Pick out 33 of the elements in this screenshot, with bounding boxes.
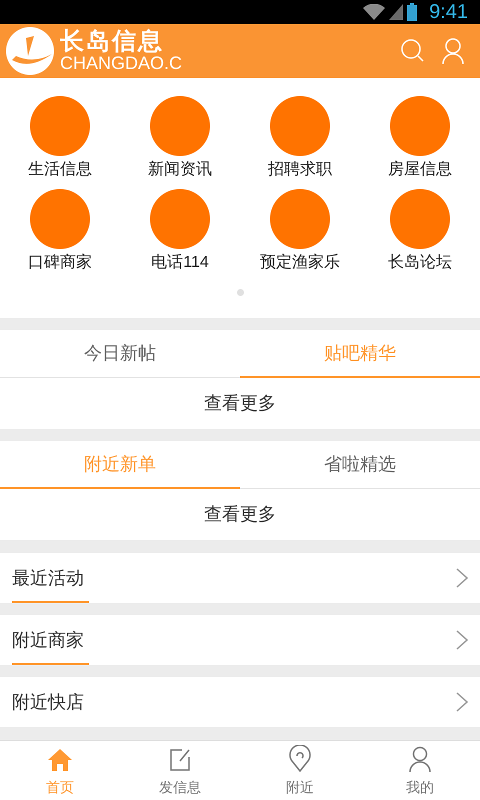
chevron-right-icon xyxy=(456,568,468,588)
see-more-button[interactable]: 查看更多 xyxy=(0,378,480,429)
category-button[interactable]: 生活信息 xyxy=(0,96,120,182)
profile-button[interactable] xyxy=(442,37,464,65)
wifi-icon xyxy=(363,4,386,20)
section-row[interactable]: 附近快店 xyxy=(0,677,480,727)
section-row[interactable]: 最近活动 xyxy=(0,553,480,603)
category-button[interactable]: 预定渔家乐 xyxy=(240,189,360,275)
category-button[interactable]: 招聘求职 xyxy=(240,96,360,182)
chevron-right-icon xyxy=(456,630,468,650)
person-icon xyxy=(408,745,432,773)
tab[interactable]: 今日新帖 xyxy=(0,330,240,377)
category-button[interactable]: 房屋信息 xyxy=(360,96,480,182)
logo-title: 长岛信息 xyxy=(60,30,165,54)
clock: 9:41 xyxy=(429,0,468,25)
search-button[interactable] xyxy=(400,38,426,64)
chevron-right-icon xyxy=(456,692,468,712)
tab[interactable]: 省啦精选 xyxy=(240,441,480,488)
nav-tab[interactable]: 发信息 xyxy=(120,741,240,800)
battery-icon xyxy=(407,3,418,21)
logo-subtitle: CHANGDAO.C xyxy=(60,54,182,72)
section-row[interactable]: 附近商家 xyxy=(0,615,480,665)
home-icon xyxy=(47,747,73,773)
see-more-button[interactable]: 查看更多 xyxy=(0,489,480,540)
nav-tab[interactable]: 附近 xyxy=(240,741,360,800)
category-button[interactable]: 口碑商家 xyxy=(0,189,120,275)
category-button[interactable]: 长岛论坛 xyxy=(360,189,480,275)
nav-tab[interactable]: 我的 xyxy=(360,741,480,800)
edit-icon xyxy=(168,747,192,773)
location-pin-icon xyxy=(289,745,311,773)
signal-icon xyxy=(389,4,404,20)
category-button[interactable]: 电话114 xyxy=(120,189,240,275)
category-button[interactable]: 新闻资讯 xyxy=(120,96,240,182)
